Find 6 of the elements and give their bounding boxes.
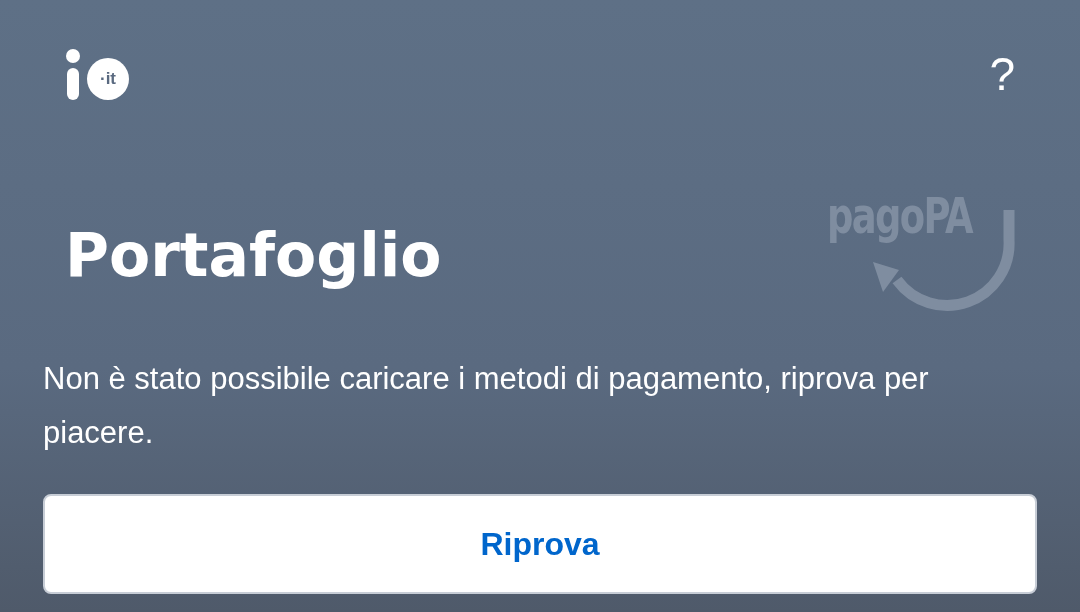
retry-button[interactable]: Riprova <box>43 494 1037 594</box>
error-message: Non è stato possibile caricare i metodi di pagamento, riprova per piacere. <box>43 360 930 452</box>
help-button[interactable]: ? <box>989 48 1015 100</box>
app-logo-badge: ·it <box>87 58 129 100</box>
letter-i-icon <box>65 48 81 100</box>
page-title: Portafoglio <box>65 222 442 288</box>
